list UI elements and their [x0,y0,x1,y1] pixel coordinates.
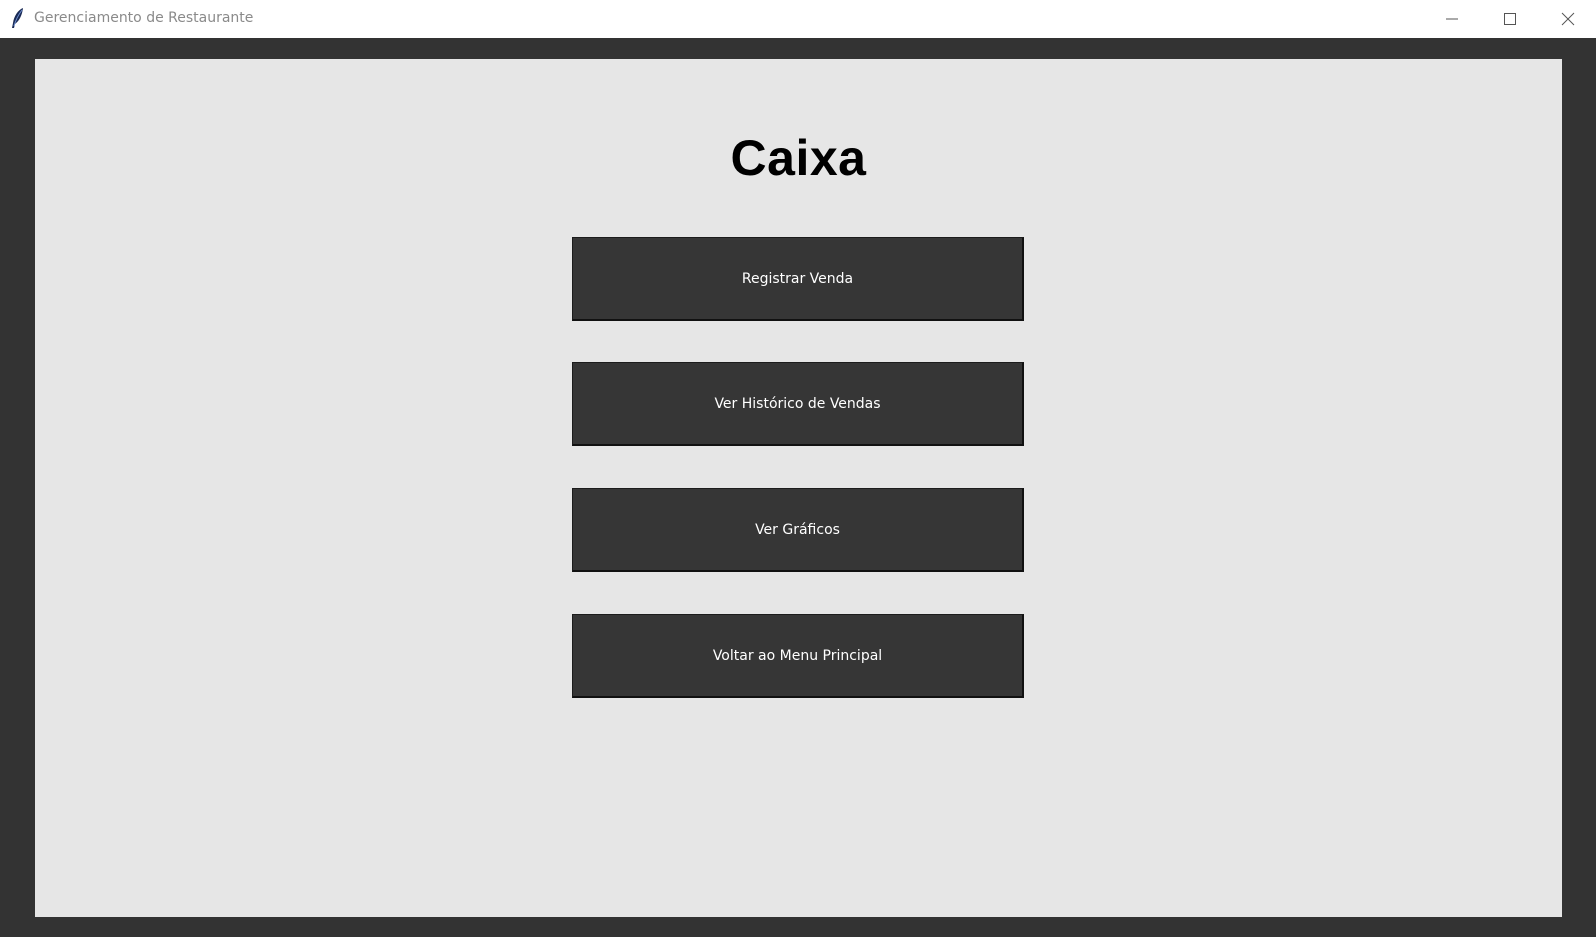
close-button[interactable] [1539,0,1596,38]
registrar-venda-button[interactable]: Registrar Venda [572,237,1024,321]
button-label: Registrar Venda [741,270,854,287]
maximize-button[interactable] [1481,0,1539,38]
minimize-button[interactable] [1423,0,1481,38]
title-bar[interactable]: Gerenciamento de Restaurante [0,0,1596,38]
page-title: Caixa [730,130,867,186]
button-label: Voltar ao Menu Principal [712,647,883,664]
ver-historico-vendas-button[interactable]: Ver Histórico de Vendas [572,362,1024,446]
app-window: Gerenciamento de Restaurante Caixa Regis… [0,0,1596,937]
voltar-menu-principal-button[interactable]: Voltar ao Menu Principal [572,614,1024,698]
ver-graficos-button[interactable]: Ver Gráficos [572,488,1024,572]
button-label: Ver Gráficos [755,521,840,538]
caixa-panel: Caixa Registrar Venda Ver Histórico de V… [35,59,1562,917]
button-label: Ver Histórico de Vendas [714,395,881,412]
feather-icon [10,7,26,29]
window-title: Gerenciamento de Restaurante [34,10,254,26]
